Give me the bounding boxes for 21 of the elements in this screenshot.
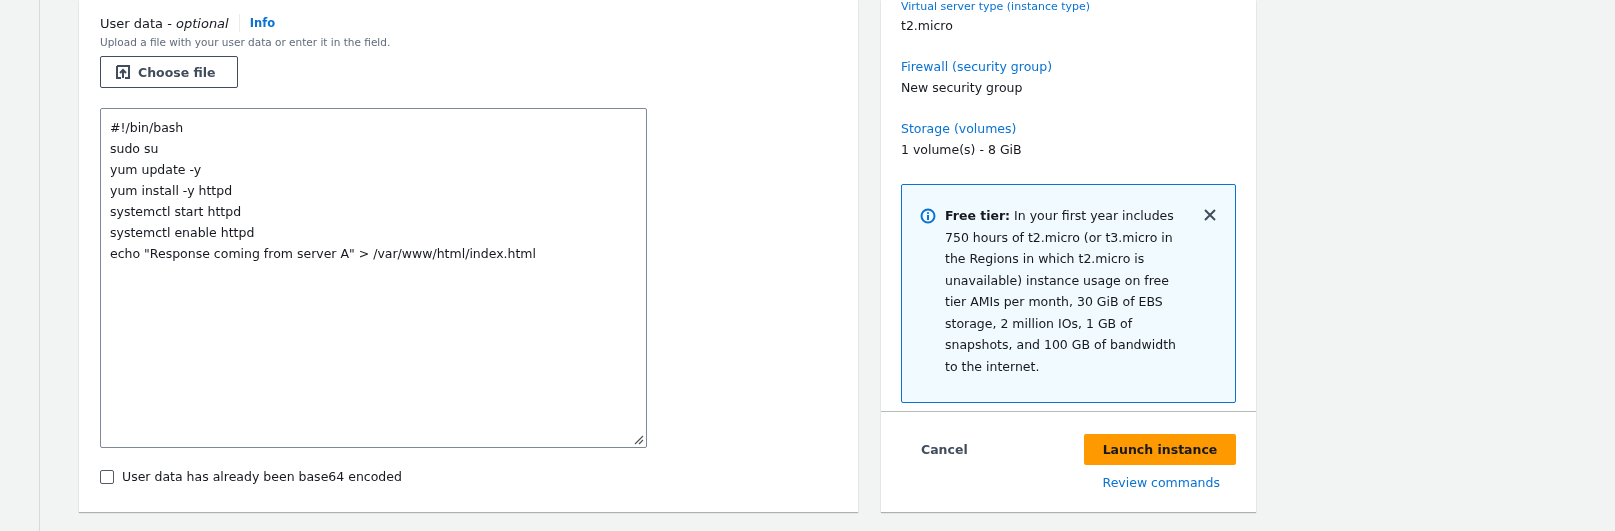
user-data-label: User data - optional <box>100 15 229 31</box>
free-tier-text: Free tier: In your first year includes 750 hours of t2.micro (or t3.micro in the Regions in which t2.micro is unavailable) instance usage on free tier AMIs per month, 30 GiB of EBS storage, 2 million IOs, 1 GB of snapshots, and 100 GB of bandwidth to the internet. <box>945 207 1177 376</box>
base64-label: User data has already been base64 encoded <box>122 469 402 484</box>
summary-value: 1 volume(s) - 8 GiB <box>901 141 1023 159</box>
summary-value: New security group <box>901 79 1024 97</box>
summary-label[interactable]: Virtual server type (instance type) <box>901 0 1236 13</box>
info-link[interactable]: Info <box>238 14 276 32</box>
info-icon <box>920 208 936 224</box>
launch-instance-button[interactable]: Launch instance <box>1084 434 1236 465</box>
summary-label[interactable]: Firewall (security group) <box>901 58 1236 75</box>
user-data-description: Upload a file with your user data or enter it in the field. <box>100 36 392 48</box>
summary-label[interactable]: Storage (volumes) <box>901 120 1236 137</box>
review-commands-link[interactable]: Review commands <box>1102 475 1220 490</box>
close-icon[interactable] <box>1203 208 1217 222</box>
choose-file-button[interactable]: Choose file <box>100 56 238 88</box>
cancel-button[interactable]: Cancel <box>901 438 988 461</box>
upload-icon <box>116 65 130 79</box>
summary-value: t2.micro <box>901 17 954 35</box>
user-data-field[interactable]: #!/bin/bash sudo su yum update -y yum install -y httpd systemctl start httpd systemctl enable httpd echo "Response coming from server A" > /var/www/html/index.html <box>100 108 647 448</box>
resize-grip-icon <box>633 434 644 445</box>
base64-checkbox[interactable] <box>100 469 114 484</box>
